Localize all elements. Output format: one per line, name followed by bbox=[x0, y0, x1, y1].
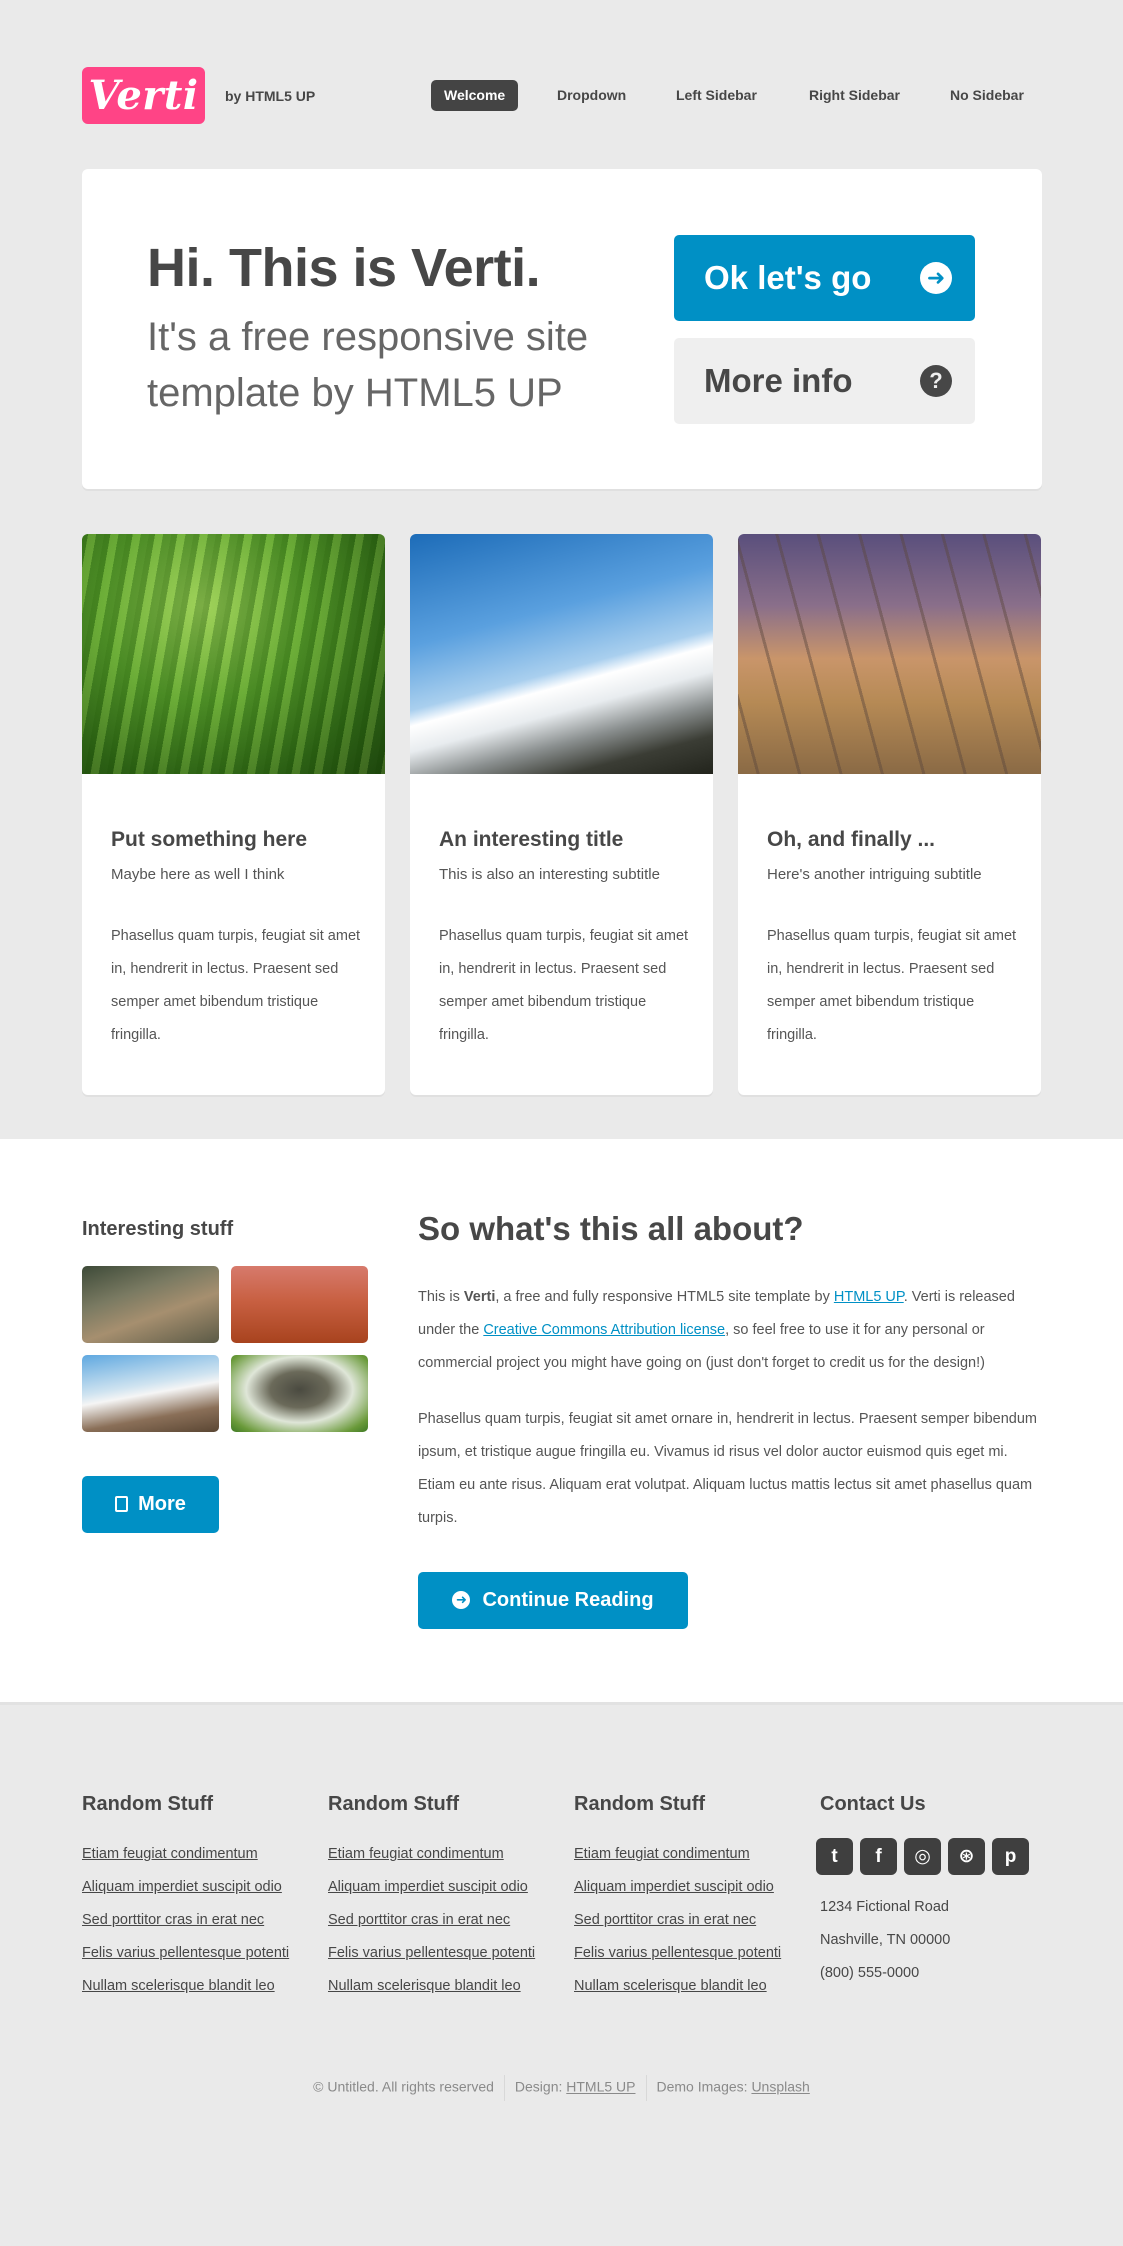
footer-links-column: Random Stuff Etiam feugiat condimentum A… bbox=[82, 1793, 312, 2003]
site-logo[interactable]: Verti bbox=[82, 67, 205, 124]
feature-subtitle: Here's another intriguing subtitle bbox=[767, 866, 982, 883]
contact-column: Contact Us t f ◎ ⊛ p 1234 Fictional Road… bbox=[816, 1793, 1040, 1990]
intro-paragraph: This is Verti, a free and fully responsi… bbox=[418, 1281, 1038, 1380]
footer-column-title: Random Stuff bbox=[328, 1793, 460, 1815]
footer-link[interactable]: Aliquam imperdiet suscipit odio bbox=[574, 1871, 804, 1904]
copyright-bar: © Untitled. All rights reserved Design: H… bbox=[0, 2075, 1123, 2101]
instagram-icon[interactable]: ◎ bbox=[904, 1838, 941, 1875]
twitter-icon[interactable]: t bbox=[816, 1838, 853, 1875]
feature-body: Phasellus quam turpis, feugiat sit amet … bbox=[111, 928, 361, 1043]
nav-welcome[interactable]: Welcome bbox=[431, 80, 519, 111]
footer-column-title: Random Stuff bbox=[574, 1793, 706, 1815]
copyright-text: © Untitled. All rights reserved bbox=[313, 2078, 494, 2095]
ok-lets-go-label: Ok let's go bbox=[704, 259, 872, 296]
social-icons: t f ◎ ⊛ p bbox=[816, 1838, 1040, 1875]
hero-title: Hi. This is Verti. bbox=[147, 238, 541, 298]
snowy-mountain-photo[interactable] bbox=[410, 534, 713, 774]
feature-title: An interesting title bbox=[439, 828, 624, 851]
continue-reading-label: Continue Reading bbox=[482, 1589, 654, 1611]
feature-title: Oh, and finally ... bbox=[767, 828, 936, 851]
nav-dropdown[interactable]: Dropdown bbox=[557, 80, 626, 111]
divider bbox=[645, 2075, 647, 2101]
feature-box: Put something here Maybe here as well I … bbox=[82, 534, 385, 1095]
ok-lets-go-button[interactable]: Ok let's go ➜ bbox=[674, 235, 975, 321]
footer-link[interactable]: Sed porttitor cras in erat nec bbox=[574, 1904, 804, 1937]
site-footer: Random Stuff Etiam feugiat condimentum A… bbox=[0, 1705, 1123, 2246]
footer-link[interactable]: Etiam feugiat condimentum bbox=[574, 1838, 804, 1871]
feature-title: Put something here bbox=[111, 828, 308, 851]
contact-title: Contact Us bbox=[820, 1793, 926, 1815]
footer-link[interactable]: Etiam feugiat condimentum bbox=[82, 1838, 312, 1871]
footer-link[interactable]: Nullam scelerisque blandit leo bbox=[82, 1970, 312, 2003]
unsplash-link[interactable]: Unsplash bbox=[751, 2079, 809, 2095]
footer-link[interactable]: Aliquam imperdiet suscipit odio bbox=[82, 1871, 312, 1904]
body-paragraph: Phasellus quam turpis, feugiat sit amet … bbox=[418, 1411, 1037, 1526]
nav-no-sidebar[interactable]: No Sidebar bbox=[950, 80, 1024, 111]
intro-text: This is bbox=[418, 1289, 464, 1305]
pinterest-icon[interactable]: p bbox=[992, 1838, 1029, 1875]
more-info-label: More info bbox=[704, 362, 853, 399]
footer-link[interactable]: Aliquam imperdiet suscipit odio bbox=[328, 1871, 558, 1904]
document-icon bbox=[115, 1496, 129, 1512]
mountain-peak-photo[interactable] bbox=[82, 1355, 219, 1432]
arrow-circle-right-icon: ➜ bbox=[920, 262, 952, 294]
address-line: 1234 Fictional Road bbox=[820, 1899, 949, 1915]
feature-body: Phasellus quam turpis, feugiat sit amet … bbox=[439, 928, 689, 1043]
forest-boardwalk-photo[interactable] bbox=[82, 1266, 219, 1343]
nav-right-sidebar[interactable]: Right Sidebar bbox=[809, 80, 900, 111]
city-railway-photo[interactable] bbox=[738, 534, 1041, 774]
autumn-leaves-photo[interactable] bbox=[231, 1266, 368, 1343]
hero-banner: Hi. This is Verti. It's a free responsiv… bbox=[82, 169, 1042, 489]
question-circle-icon: ? bbox=[920, 365, 952, 397]
nav-left-sidebar[interactable]: Left Sidebar bbox=[676, 80, 757, 111]
feature-subtitle: This is also an interesting subtitle bbox=[439, 866, 660, 883]
footer-links-column: Random Stuff Etiam feugiat condimentum A… bbox=[328, 1793, 558, 2003]
hero-subtitle: It's a free responsive site template by … bbox=[147, 315, 589, 415]
footer-link[interactable]: Nullam scelerisque blandit leo bbox=[328, 1970, 558, 2003]
feature-box: Oh, and finally ... Here's another intri… bbox=[738, 534, 1041, 1095]
feature-body: Phasellus quam turpis, feugiat sit amet … bbox=[767, 928, 1017, 1043]
byline: by HTML5 UP bbox=[225, 88, 316, 104]
dribbble-icon[interactable]: ⊛ bbox=[948, 1838, 985, 1875]
stones-on-grass-photo[interactable] bbox=[231, 1355, 368, 1432]
images-label: Demo Images: bbox=[656, 2078, 752, 2095]
intro-text: , a free and fully responsive HTML5 site… bbox=[495, 1289, 834, 1305]
footer-link[interactable]: Felis varius pellentesque potenti bbox=[328, 1937, 558, 1970]
footer-link[interactable]: Sed porttitor cras in erat nec bbox=[328, 1904, 558, 1937]
more-button[interactable]: More bbox=[82, 1476, 219, 1533]
feature-box: An interesting title This is also an int… bbox=[410, 534, 713, 1095]
content-title: So what's this all about? bbox=[418, 1210, 804, 1247]
footer-link[interactable]: Felis varius pellentesque potenti bbox=[574, 1937, 804, 1970]
footer-column-title: Random Stuff bbox=[82, 1793, 214, 1815]
intro-bold-name: Verti bbox=[463, 1289, 496, 1305]
wheat-field-photo[interactable] bbox=[82, 534, 385, 774]
site-header: Verti by HTML5 UP Welcome Dropdown Left … bbox=[0, 0, 1123, 150]
footer-link[interactable]: Sed porttitor cras in erat nec bbox=[82, 1904, 312, 1937]
footer-link[interactable]: Nullam scelerisque blandit leo bbox=[574, 1970, 804, 2003]
main-content-section: Interesting stuff More So what's this al… bbox=[0, 1139, 1123, 1705]
more-button-label: More bbox=[138, 1493, 186, 1515]
facebook-icon[interactable]: f bbox=[860, 1838, 897, 1875]
footer-link[interactable]: Felis varius pellentesque potenti bbox=[82, 1937, 312, 1970]
design-link[interactable]: HTML5 UP bbox=[566, 2079, 635, 2095]
address-line: Nashville, TN 00000 bbox=[820, 1932, 951, 1948]
phone-number: (800) 555-0000 bbox=[820, 1965, 920, 1981]
arrow-circle-right-icon: ➜ bbox=[452, 1591, 471, 1609]
divider bbox=[503, 2075, 505, 2101]
design-label: Design: bbox=[514, 2078, 567, 2095]
sidebar-title: Interesting stuff bbox=[82, 1218, 234, 1240]
license-link[interactable]: Creative Commons Attribution license bbox=[483, 1322, 725, 1338]
more-info-button[interactable]: More info ? bbox=[674, 338, 975, 424]
feature-subtitle: Maybe here as well I think bbox=[111, 866, 285, 883]
html5up-link[interactable]: HTML5 UP bbox=[834, 1289, 904, 1305]
footer-link[interactable]: Etiam feugiat condimentum bbox=[328, 1838, 558, 1871]
continue-reading-button[interactable]: ➜ Continue Reading bbox=[418, 1572, 688, 1629]
footer-links-column: Random Stuff Etiam feugiat condimentum A… bbox=[574, 1793, 804, 2003]
